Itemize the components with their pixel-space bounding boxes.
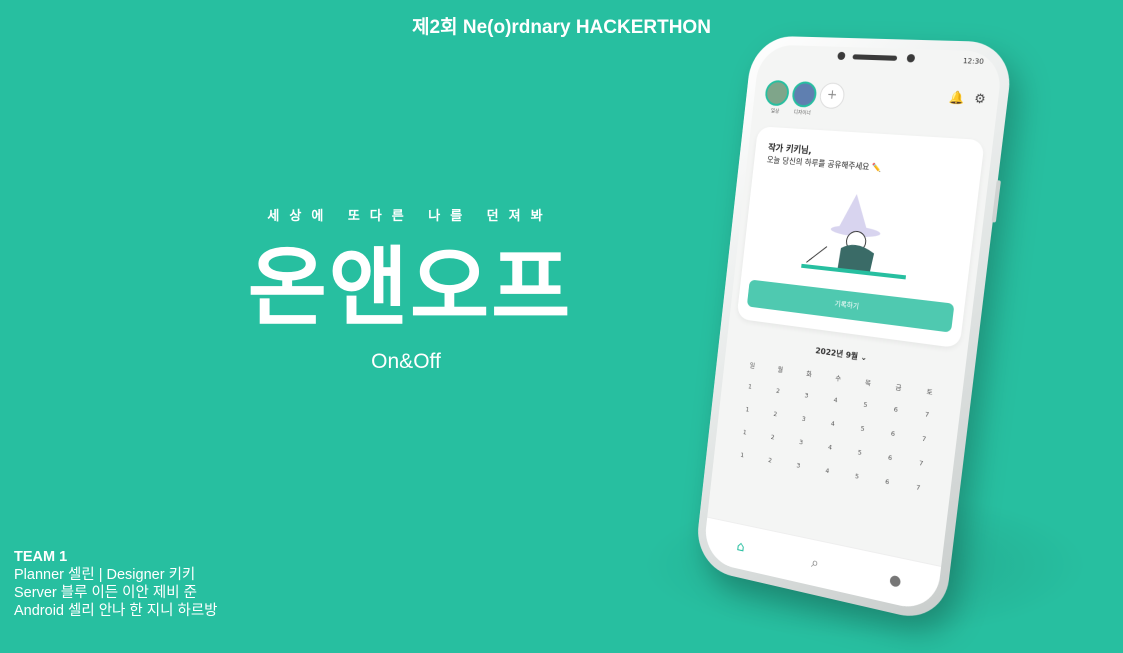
avatar[interactable] xyxy=(791,81,818,108)
weekday-label: 목 xyxy=(852,375,884,392)
calendar-day[interactable]: 1 xyxy=(733,403,762,419)
calendar-day[interactable]: 2 xyxy=(763,385,793,401)
calendar-day[interactable]: 3 xyxy=(791,389,821,405)
calendar-day[interactable]: 4 xyxy=(815,441,846,458)
calendar-day[interactable]: 5 xyxy=(847,422,878,439)
speaker-grille xyxy=(852,54,897,61)
team-credits: TEAM 1 Planner 셀린 | Designer 키키 Server 블… xyxy=(14,548,218,620)
record-button[interactable]: 기록하기 xyxy=(747,279,955,332)
event-title: 제2회 Ne(o)rdnary HACKERTHON xyxy=(0,12,1123,39)
calendar-day[interactable]: 7 xyxy=(907,432,940,449)
team-line-planner: Planner 셀린 | Designer 키키 xyxy=(14,566,218,584)
profile-icon[interactable]: ● xyxy=(888,572,902,591)
team-name: TEAM 1 xyxy=(14,548,218,566)
weekday-label: 토 xyxy=(913,384,946,401)
gear-icon[interactable]: ⚙ xyxy=(974,91,987,106)
calendar-day[interactable]: 2 xyxy=(755,454,784,471)
calendar-day[interactable]: 6 xyxy=(877,427,909,444)
tagline: 세상에 또다른 나를 던져봐 xyxy=(210,205,610,224)
wizard-illustration xyxy=(796,185,921,286)
calendar-day[interactable]: 6 xyxy=(880,403,912,420)
avatar-label: 디자이너 xyxy=(788,108,816,116)
phone-notch xyxy=(817,46,935,72)
profile-row: 일상 디자이너 + 🔔 ⚙ xyxy=(763,80,987,132)
calendar-day[interactable]: 5 xyxy=(850,399,882,416)
add-profile-button[interactable]: + xyxy=(819,82,846,109)
calendar-day[interactable]: 1 xyxy=(730,426,759,442)
calendar-day[interactable]: 2 xyxy=(760,408,790,424)
team-line-server: Server 블루 이든 이안 제비 준 xyxy=(14,584,218,602)
calendar-day[interactable]: 1 xyxy=(728,449,757,466)
weekday-label: 일 xyxy=(738,358,767,374)
app-name-english: On&Off xyxy=(306,350,506,374)
weekday-label: 화 xyxy=(794,366,824,382)
calendar-day[interactable]: 1 xyxy=(735,381,764,397)
calendar-day[interactable]: 3 xyxy=(789,413,819,430)
calendar-grid: 일월화수목금토1234567123456712345671234567 xyxy=(728,358,947,499)
avatar-label: 일상 xyxy=(761,107,789,115)
sensor-icon xyxy=(906,54,915,62)
avatar[interactable] xyxy=(764,80,790,107)
calendar-day[interactable]: 7 xyxy=(910,408,943,425)
search-icon[interactable]: ⌕ xyxy=(810,555,819,572)
calendar-day[interactable]: 6 xyxy=(871,475,903,493)
calendar-day[interactable]: 4 xyxy=(820,394,851,411)
calendar-day[interactable]: 6 xyxy=(874,451,906,468)
phone-side-button xyxy=(992,180,1001,222)
camera-icon xyxy=(837,52,845,60)
record-card: 작가 키키님, 오늘 당신의 하루를 공유해주세요 ✏️ 기록하기 xyxy=(737,126,985,348)
status-time: 12:30 xyxy=(962,57,984,66)
weekday-label: 월 xyxy=(766,362,796,378)
calendar-day[interactable]: 4 xyxy=(817,417,848,434)
app-name-korean: 온앤오프 xyxy=(200,228,620,348)
weekday-label: 금 xyxy=(882,379,914,396)
calendar-day[interactable]: 5 xyxy=(844,446,875,463)
calendar-day[interactable]: 4 xyxy=(812,464,843,481)
calendar-day[interactable]: 3 xyxy=(786,436,816,453)
calendar-day[interactable]: 5 xyxy=(841,470,872,487)
calendar-day[interactable]: 7 xyxy=(905,457,938,475)
calendar-day[interactable]: 7 xyxy=(902,481,935,499)
calendar-day[interactable]: 3 xyxy=(783,459,813,476)
home-icon[interactable]: ⌂ xyxy=(736,539,745,556)
weekday-label: 수 xyxy=(823,370,854,386)
calendar-day[interactable]: 2 xyxy=(758,431,787,448)
team-line-android: Android 셀리 안나 한 지니 하르방 xyxy=(14,602,218,620)
bell-icon[interactable]: 🔔 xyxy=(948,90,965,105)
greeting-subtitle: 오늘 당신의 하루를 공유해주세요 ✏️ xyxy=(766,154,882,173)
